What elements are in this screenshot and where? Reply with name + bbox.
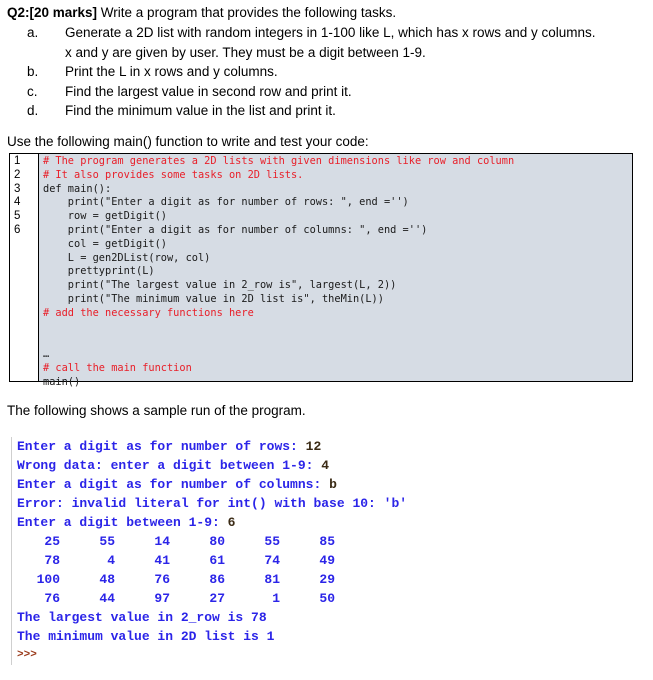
matrix-cell: 14 bbox=[154, 534, 170, 549]
task-a: a. Generate a 2D list with random integer… bbox=[27, 25, 596, 40]
code-comment-line: # call the main function bbox=[43, 361, 192, 374]
code-line: main() bbox=[43, 375, 81, 388]
code-line: row = getDigit() bbox=[43, 210, 167, 223]
code-line: print("The largest value in 2_row is", l… bbox=[43, 279, 397, 292]
user-input: 4 bbox=[321, 458, 330, 473]
code-line: col = getDigit() bbox=[43, 237, 167, 250]
matrix-row: 76 44 97 27 1 50 bbox=[17, 589, 407, 608]
matrix-cell: 29 bbox=[319, 572, 335, 587]
matrix-cell: 25 bbox=[44, 534, 60, 549]
shell-output-text: Enter a digit as for number of columns: bbox=[17, 477, 330, 492]
user-input: 12 bbox=[305, 439, 322, 454]
user-input: 6 bbox=[227, 515, 236, 530]
matrix-cell: 61 bbox=[209, 553, 225, 568]
matrix-row: 25 55 14 80 55 85 bbox=[17, 532, 407, 551]
matrix-row: 78 4 41 61 74 49 bbox=[17, 551, 407, 570]
question-marks: Q2:[20 marks] bbox=[7, 5, 98, 20]
line-number: 4 bbox=[14, 196, 21, 209]
shell-line: Enter a digit as for number of columns: … bbox=[17, 475, 407, 494]
shell-output-text: Enter a digit between 1-9: bbox=[17, 515, 228, 530]
matrix-cell: 85 bbox=[319, 534, 335, 549]
matrix-cell: 80 bbox=[209, 534, 225, 549]
matrix-cell: 78 bbox=[44, 553, 60, 568]
matrix-cell: 49 bbox=[319, 553, 335, 568]
matrix-cell: 48 bbox=[99, 572, 115, 587]
code-comment-line: # add the necessary functions here bbox=[43, 306, 254, 319]
matrix-cell: 27 bbox=[209, 591, 225, 606]
question-heading: Q2:[20 marks] Write a program that provi… bbox=[7, 5, 396, 20]
task-c: c. Find the largest value in second row a… bbox=[27, 84, 352, 99]
line-number: 6 bbox=[14, 223, 21, 236]
matrix-cell: 4 bbox=[107, 553, 115, 568]
task-a-continued: x and y are given by user. They must be … bbox=[65, 45, 426, 60]
matrix-cell: 81 bbox=[264, 572, 280, 587]
matrix-cell: 55 bbox=[264, 534, 280, 549]
line-number: 1 bbox=[14, 155, 21, 167]
matrix-cell: 100 bbox=[36, 572, 60, 587]
shell-line: Enter a digit as for number of rows: 12 bbox=[17, 437, 407, 456]
matrix-cell: 97 bbox=[154, 591, 170, 606]
matrix-cell: 76 bbox=[154, 572, 170, 587]
code-listing: 123456 # The program generates a 2D list… bbox=[9, 153, 633, 388]
line-number: 5 bbox=[14, 210, 21, 223]
code-line: print("Enter a digit as for number of co… bbox=[43, 223, 428, 236]
code-line: … bbox=[43, 348, 50, 361]
code-body: # The program generates a 2D lists with … bbox=[39, 154, 632, 388]
question-text: Write a program that provides the follow… bbox=[97, 5, 397, 20]
code-line: print("Enter a digit as for number of ro… bbox=[43, 196, 409, 209]
user-input: b bbox=[329, 477, 337, 492]
shell-output-text: Error: invalid literal for int() with ba… bbox=[17, 496, 408, 511]
code-comment-line: # It also provides some tasks on 2D list… bbox=[43, 168, 304, 181]
matrix-cell: 86 bbox=[209, 572, 225, 587]
result-line: The largest value in 2_row is 78 bbox=[17, 610, 267, 625]
code-line: prettyprint(L) bbox=[43, 265, 155, 278]
python-shell-output: Enter a digit as for number of rows: 12 W… bbox=[11, 437, 407, 665]
code-line: L = gen2DList(row, col) bbox=[43, 251, 211, 264]
matrix-cell: 50 bbox=[319, 591, 335, 606]
task-d: d. Find the minimum value in the list and… bbox=[27, 103, 336, 118]
matrix-cell: 1 bbox=[272, 591, 280, 606]
sample-run-intro: The following shows a sample run of the … bbox=[7, 403, 306, 418]
line-number: 3 bbox=[14, 182, 21, 195]
shell-output-text: Enter a digit as for number of rows: bbox=[17, 439, 306, 454]
shell-line: Enter a digit between 1-9: 6 bbox=[17, 513, 407, 532]
shell-prompt[interactable]: >>> bbox=[17, 646, 407, 665]
shell-line: Error: invalid literal for int() with ba… bbox=[17, 494, 407, 513]
line-number-gutter: 123456 bbox=[10, 154, 39, 381]
matrix-row: 100 48 76 86 81 29 bbox=[17, 570, 407, 589]
task-b: b. Print the L in x rows and y columns. bbox=[27, 64, 278, 79]
code-line: def main(): bbox=[43, 182, 112, 195]
matrix-cell: 55 bbox=[99, 534, 115, 549]
matrix-cell: 74 bbox=[264, 553, 280, 568]
result-line: The minimum value in 2D list is 1 bbox=[17, 629, 275, 644]
code-line: print("The minimum value in 2D list is",… bbox=[43, 292, 384, 305]
code-intro: Use the following main() function to wri… bbox=[7, 134, 369, 149]
code-comment-line: # The program generates a 2D lists with … bbox=[43, 155, 515, 167]
shell-line: Wrong data: enter a digit between 1-9: 4 bbox=[17, 456, 407, 475]
matrix-cell: 76 bbox=[44, 591, 60, 606]
shell-output-text: Wrong data: enter a digit between 1-9: bbox=[17, 458, 322, 473]
line-number: 2 bbox=[14, 168, 21, 181]
matrix-cell: 41 bbox=[154, 553, 170, 568]
matrix-cell: 44 bbox=[99, 591, 115, 606]
